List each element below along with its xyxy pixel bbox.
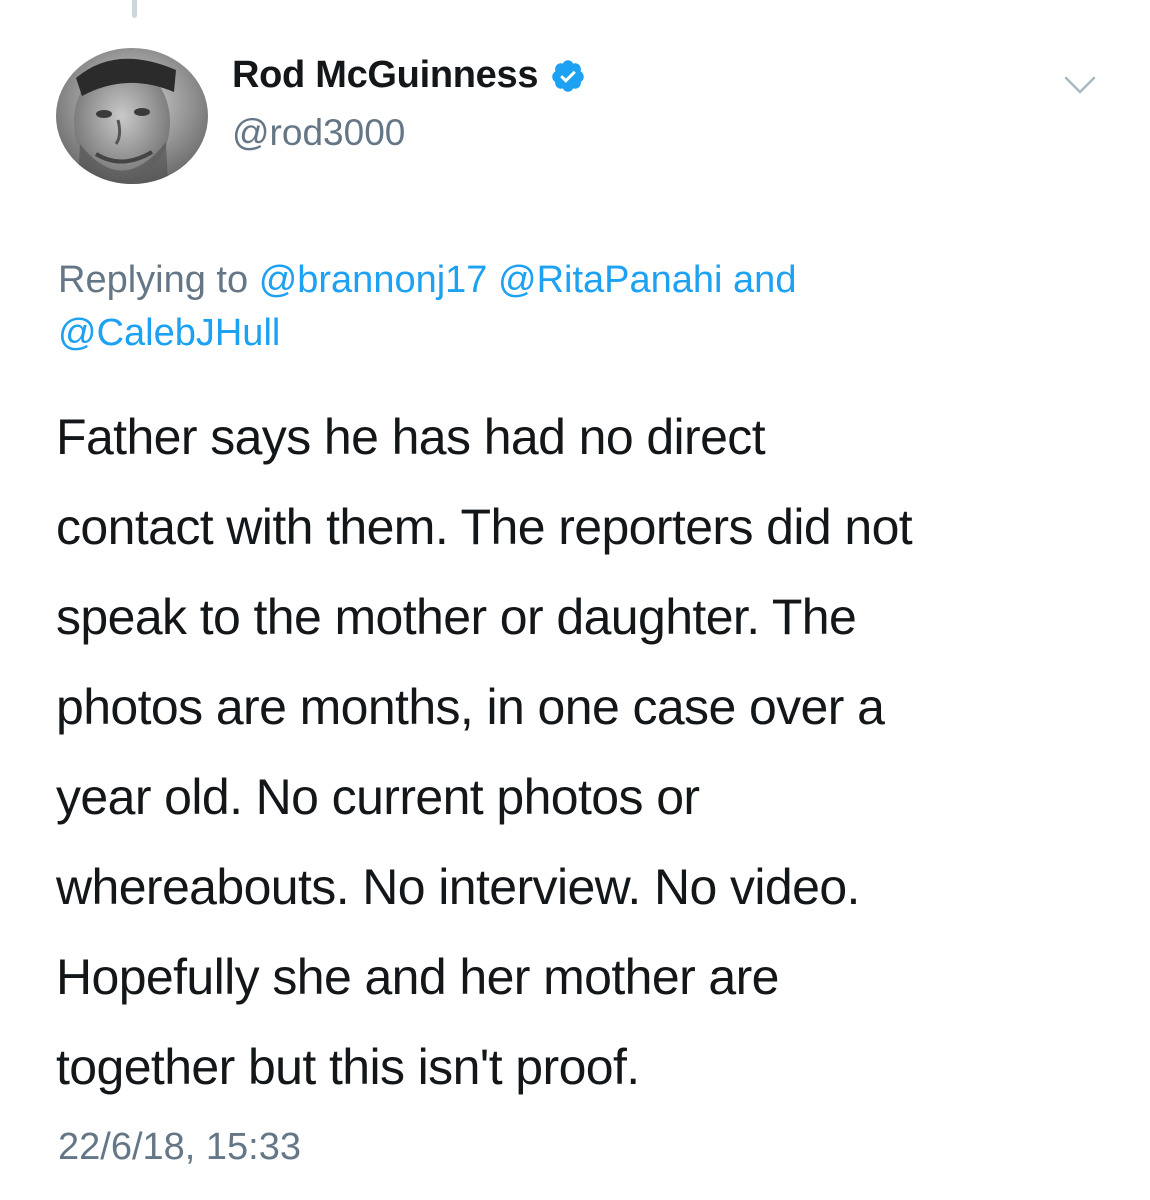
tweet-text-line: year old. No current photos or <box>56 769 700 825</box>
avatar-photo <box>56 48 208 184</box>
reply-context: Replying to @brannonj17 @RitaPanahi and … <box>58 254 1098 360</box>
author-name-row[interactable]: Rod McGuinness <box>232 54 586 97</box>
verified-badge-icon <box>550 58 586 94</box>
tweet-text-line: together but this isn't proof. <box>56 1039 640 1095</box>
display-name[interactable]: Rod McGuinness <box>232 54 538 97</box>
tweet-text-line: speak to the mother or daughter. The <box>56 589 857 645</box>
mention-link[interactable]: @RitaPanahi <box>498 259 722 301</box>
reply-conjunction: and <box>733 259 797 301</box>
tweet-text-line: Hopefully she and her mother are <box>56 949 779 1005</box>
mention-link[interactable]: @CalebJHull <box>58 312 280 354</box>
avatar[interactable] <box>56 48 208 184</box>
author-handle[interactable]: @rod3000 <box>232 112 405 154</box>
tweet-text-line: whereabouts. No interview. No video. <box>56 859 860 915</box>
mention-link[interactable]: @brannonj17 <box>259 259 488 301</box>
reply-prefix: Replying to <box>58 259 249 301</box>
tweet-text: Father says he has had no direct contact… <box>56 392 1126 1112</box>
thread-connector-line <box>132 0 137 18</box>
tweet-timestamp[interactable]: 22/6/18, 15:33 <box>58 1126 301 1169</box>
tweet-text-line: contact with them. The reporters did not <box>56 499 913 555</box>
chevron-down-icon[interactable] <box>1062 74 1098 98</box>
tweet-text-line: Father says he has had no direct <box>56 409 766 465</box>
tweet-text-line: photos are months, in one case over a <box>56 679 885 735</box>
